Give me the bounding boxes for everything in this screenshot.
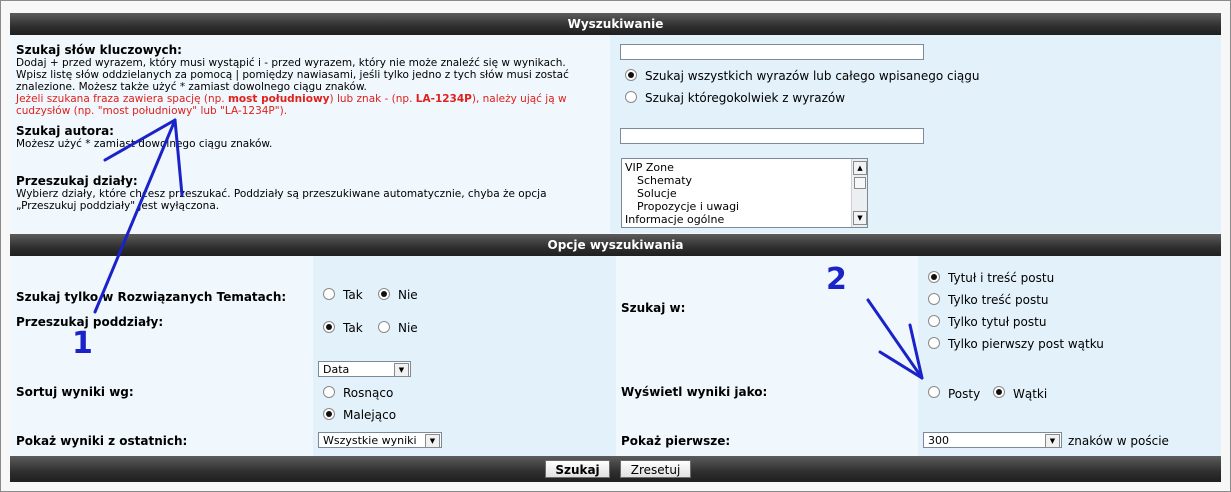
options-col4-bg — [918, 256, 1221, 456]
display-posts-radio[interactable] — [928, 386, 940, 398]
solved-yes-label: Tak — [343, 288, 363, 302]
display-topics-radio[interactable] — [993, 386, 1005, 398]
search-panel: Wyszukiwanie Szukaj słów kluczowych: Dod… — [0, 0, 1231, 492]
solved-only-label: Szukaj tylko w Rozwiązanych Tematach: — [16, 290, 287, 304]
in-title-text-label: Tytuł i treść postu — [948, 271, 1055, 285]
display-posts-label: Posty — [948, 387, 981, 401]
author-input[interactable] — [620, 128, 924, 144]
show-first-value: 300 — [928, 434, 949, 447]
sort-desc-label: Malejąco — [343, 408, 397, 422]
forum-option[interactable]: VIP Zone — [625, 161, 674, 174]
search-button[interactable]: Szukaj — [545, 460, 610, 478]
keywords-input[interactable] — [620, 44, 924, 60]
display-as-label: Wyświetl wyniki jako: — [621, 385, 768, 399]
show-first-label: Pokaż pierwsze: — [621, 434, 731, 448]
show-first-select[interactable]: 300 ▼ — [923, 432, 1062, 448]
in-title-label: Tylko tytuł postu — [948, 315, 1047, 329]
solved-no-label: Nie — [398, 288, 418, 302]
subforums-no-label: Nie — [398, 321, 418, 335]
chevron-down-icon[interactable]: ▼ — [394, 363, 409, 377]
forum-option[interactable]: Solucje — [637, 187, 677, 200]
subforums-yes-label: Tak — [343, 321, 363, 335]
solved-no-radio[interactable] — [378, 288, 390, 300]
annotation-number-1: 1 — [72, 326, 93, 361]
warning-example-bold: most południowy — [227, 93, 330, 105]
in-text-radio[interactable] — [928, 293, 940, 305]
sort-asc-label: Rosnąco — [343, 386, 394, 400]
display-topics-label: Wątki — [1013, 387, 1048, 401]
options-col2-bg — [313, 256, 616, 456]
author-desc: Możesz użyć * zamiast dowolnego ciągu zn… — [16, 138, 273, 150]
keywords-desc-1: Dodaj + przed wyrazem, który musi wystąp… — [16, 57, 566, 69]
forum-option[interactable]: Informacje ogólne — [625, 213, 724, 226]
forums-desc-2: „Przeszukuj poddziały" jest wyłączona. — [16, 200, 220, 212]
match-any-label: Szukaj któregokolwiek z wyrazów — [645, 91, 846, 105]
sort-desc-radio[interactable] — [323, 408, 335, 420]
keywords-desc-3: znalezione. Możesz także użyć * zamiast … — [16, 81, 367, 93]
keywords-desc-2: Wpisz listę słów oddzielanych za pomocą … — [16, 69, 569, 81]
header-options: Opcje wyszukiwania — [10, 234, 1221, 256]
in-text-label: Tylko treść postu — [948, 293, 1049, 307]
search-in-label: Szukaj w: — [621, 301, 686, 315]
last-results-label: Pokaż wyniki z ostatnich: — [16, 434, 188, 448]
keywords-warning-2: cudzysłów (np. "most południowy" lub "LA… — [16, 105, 288, 117]
scroll-thumb[interactable] — [854, 177, 866, 189]
author-label: Szukaj autora: — [16, 124, 114, 138]
last-results-select[interactable]: Wszystkie wyniki ▼ — [318, 432, 442, 448]
sort-field-value: Data — [323, 363, 350, 376]
annotation-number-2: 2 — [826, 262, 847, 297]
in-first-radio[interactable] — [928, 337, 940, 349]
warning-text: ), należy ująć ją w — [471, 93, 567, 105]
warning-text: ) lub znak - (np. — [329, 93, 416, 105]
last-results-value: Wszystkie wyniki — [323, 434, 417, 447]
subforums-no-radio[interactable] — [378, 321, 390, 333]
reset-button[interactable]: Zresetuj — [620, 460, 691, 478]
in-title-radio[interactable] — [928, 315, 940, 327]
in-title-text-radio[interactable] — [928, 271, 940, 283]
warning-text: Jeżeli szukana fraza zawiera spację (np. — [16, 93, 228, 105]
forums-desc-1: Wybierz działy, które chcesz przeszukać.… — [16, 188, 547, 200]
chevron-down-icon[interactable]: ▼ — [425, 434, 440, 448]
solved-yes-radio[interactable] — [323, 288, 335, 300]
sort-label: Sortuj wyniki wg: — [16, 385, 134, 399]
chars-suffix: znaków w poście — [1068, 434, 1169, 448]
chevron-down-icon[interactable]: ▼ — [1045, 434, 1060, 448]
match-any-radio[interactable] — [625, 91, 637, 103]
forums-listbox[interactable]: VIP Zone Schematy Solucje Propozycje i u… — [621, 158, 868, 228]
forums-label: Przeszukaj działy: — [16, 174, 138, 188]
warning-example-bold: LA-1234P — [415, 93, 472, 105]
match-all-label: Szukaj wszystkich wyrazów lub całego wpi… — [645, 69, 980, 83]
button-bar — [10, 456, 1221, 482]
forum-option[interactable]: Propozycje i uwagi — [637, 200, 739, 213]
subforums-yes-radio[interactable] — [323, 321, 335, 333]
match-all-radio[interactable] — [625, 69, 637, 81]
sort-field-select[interactable]: Data ▼ — [318, 361, 411, 377]
in-first-label: Tylko pierwszy post wątku — [948, 337, 1104, 351]
scroll-down-icon[interactable]: ▼ — [853, 211, 867, 225]
keywords-warning-1: Jeżeli szukana fraza zawiera spację (np.… — [16, 93, 567, 105]
keywords-label: Szukaj słów kluczowych: — [16, 43, 182, 57]
forum-option[interactable]: Schematy — [637, 174, 692, 187]
header-search: Wyszukiwanie — [10, 13, 1221, 35]
options-section — [10, 256, 1221, 456]
scroll-up-icon[interactable]: ▲ — [853, 161, 867, 175]
sort-asc-radio[interactable] — [323, 386, 335, 398]
listbox-scrollbar[interactable]: ▲ ▼ — [851, 159, 867, 227]
